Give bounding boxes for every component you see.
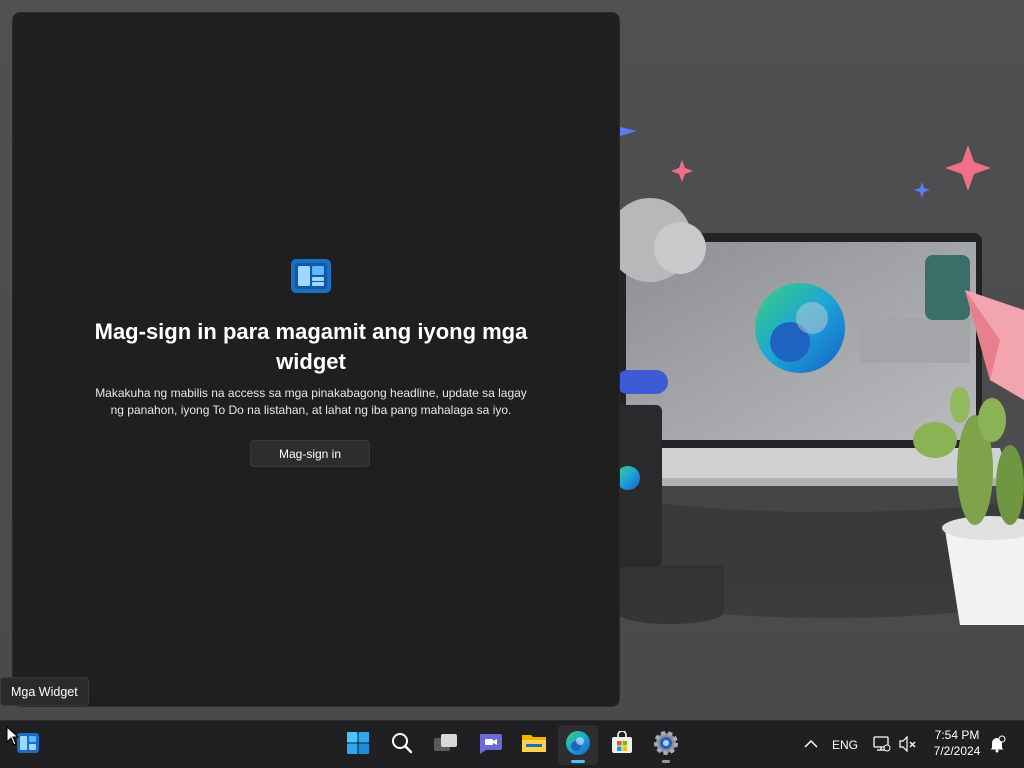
tray-network-button[interactable] <box>870 733 894 757</box>
mouse-cursor-icon <box>6 725 20 751</box>
chat-icon <box>477 731 503 760</box>
edge-browser-icon <box>565 730 591 761</box>
taskbar-store-button[interactable] <box>602 725 642 765</box>
taskbar-start-button[interactable] <box>338 725 378 765</box>
notification-bell-icon <box>988 735 1006 756</box>
widgets-logo-icon <box>291 259 331 293</box>
windows-start-icon <box>346 731 370 760</box>
file-explorer-icon <box>521 731 547 760</box>
clock-time: 7:54 PM <box>934 728 980 742</box>
active-app-indicator <box>571 760 585 763</box>
tray-volume-button[interactable] <box>896 733 920 757</box>
signin-prompt-title: Mag-sign in para magamit ang iyong mga w… <box>94 319 528 374</box>
widgets-tooltip: Mga Widget <box>0 677 89 706</box>
tray-overflow-button[interactable] <box>800 733 822 757</box>
running-app-indicator <box>662 760 670 763</box>
input-language-indicator[interactable]: ENG <box>828 733 862 757</box>
task-view-icon <box>433 731 459 760</box>
taskbar-edge-button[interactable] <box>558 725 598 765</box>
taskbar: ENG 7:54 PM 7/2/2024 <box>0 720 1024 768</box>
chevron-up-icon <box>804 738 818 752</box>
clock-date: 7/2/2024 <box>933 744 981 758</box>
widgets-panel: Mag-sign in para magamit ang iyong mga w… <box>12 12 620 707</box>
search-icon <box>390 731 414 760</box>
system-clock[interactable]: 7:54 PM 7/2/2024 <box>922 727 992 759</box>
taskbar-chat-button[interactable] <box>470 725 510 765</box>
taskbar-file-explorer-button[interactable] <box>514 725 554 765</box>
taskbar-settings-button[interactable] <box>646 725 686 765</box>
taskbar-task-view-button[interactable] <box>426 725 466 765</box>
network-icon <box>873 735 891 755</box>
taskbar-search-button[interactable] <box>382 725 422 765</box>
notification-center-button[interactable] <box>986 733 1008 757</box>
sign-in-button[interactable]: Mag-sign in <box>250 440 370 467</box>
signin-prompt-description: Makakuha ng mabilis na access sa mga pin… <box>95 386 527 417</box>
microsoft-store-icon <box>610 729 634 760</box>
settings-icon <box>653 730 679 761</box>
volume-muted-icon <box>899 735 917 755</box>
